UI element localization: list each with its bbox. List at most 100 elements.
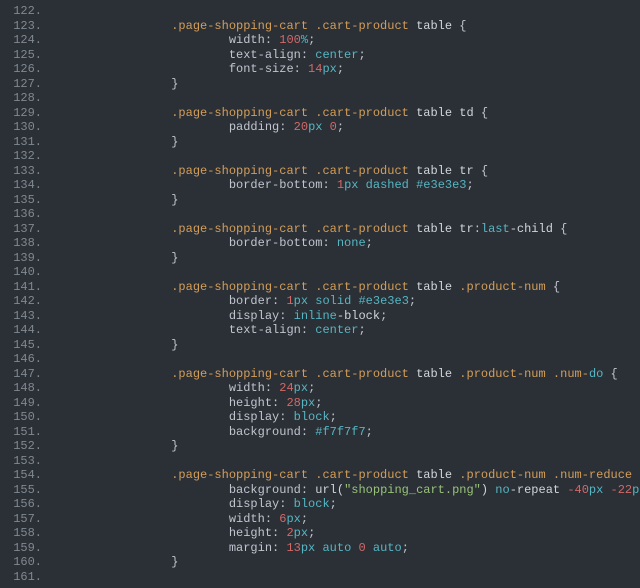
code-line[interactable]: } — [56, 77, 640, 92]
code-line[interactable]: display: block; — [56, 410, 640, 425]
token-class: .product-num — [459, 280, 553, 294]
token-unit: px — [286, 512, 300, 526]
token-punct: } — [171, 77, 178, 91]
code-line[interactable] — [56, 207, 640, 222]
token-punct: ; — [308, 526, 315, 540]
token-punct: : — [474, 222, 481, 236]
line-number: 123. — [0, 19, 42, 34]
code-editor[interactable]: 122.123.124.125.126.127.128.129.130.131.… — [0, 0, 640, 588]
token-punct: { — [459, 19, 466, 33]
line-number-gutter: 122.123.124.125.126.127.128.129.130.131.… — [0, 0, 50, 588]
line-number: 125. — [0, 48, 42, 63]
line-number: 149. — [0, 396, 42, 411]
code-line[interactable]: .page-shopping-cart .cart-product table … — [56, 468, 640, 483]
code-line[interactable] — [56, 265, 640, 280]
token-punct: } — [171, 555, 178, 569]
token-val: solid — [315, 294, 358, 308]
token-hex: #e3e3e3 — [416, 178, 466, 192]
token-hex: #e3e3e3 — [358, 294, 408, 308]
token-prop: background — [229, 483, 301, 497]
token-prop: display — [229, 410, 279, 424]
token-punct: : — [301, 483, 315, 497]
token-class: .page-shopping-cart — [171, 468, 315, 482]
code-line[interactable]: width: 24px; — [56, 381, 640, 396]
code-line[interactable]: border: 1px solid #e3e3e3; — [56, 294, 640, 309]
code-line[interactable]: padding: 20px 0; — [56, 120, 640, 135]
code-line[interactable]: } — [56, 135, 640, 150]
code-line[interactable] — [56, 454, 640, 469]
code-line[interactable]: } — [56, 555, 640, 570]
code-line[interactable] — [56, 149, 640, 164]
token-num: -22 — [611, 483, 633, 497]
code-line[interactable]: text-align: center; — [56, 323, 640, 338]
line-number: 129. — [0, 106, 42, 121]
token-punct: : — [272, 294, 286, 308]
line-number: 122. — [0, 4, 42, 19]
token-unit: px — [301, 396, 315, 410]
code-line[interactable]: border-bottom: none; — [56, 236, 640, 251]
code-line[interactable]: display: inline-block; — [56, 309, 640, 324]
line-number: 135. — [0, 193, 42, 208]
code-line[interactable]: height: 2px; — [56, 526, 640, 541]
token-unit: px — [344, 178, 366, 192]
code-line[interactable]: .page-shopping-cart .cart-product table … — [56, 222, 640, 237]
line-number: 148. — [0, 381, 42, 396]
token-prop: display — [229, 309, 279, 323]
code-line[interactable] — [56, 4, 640, 19]
token-class: .num-reduce — [553, 468, 639, 482]
token-class: .page-shopping-cart — [171, 280, 315, 294]
line-number: 158. — [0, 526, 42, 541]
token-class: .page-shopping-cart — [171, 164, 315, 178]
code-line[interactable] — [56, 91, 640, 106]
token-punct: } — [171, 251, 178, 265]
token-punct: ; — [409, 294, 416, 308]
code-line[interactable]: display: block; — [56, 497, 640, 512]
code-line[interactable]: width: 6px; — [56, 512, 640, 527]
code-line[interactable]: .page-shopping-cart .cart-product table … — [56, 19, 640, 34]
token-prop: height — [229, 396, 272, 410]
token-unit: % — [301, 33, 308, 47]
token-val: block — [294, 497, 330, 511]
code-line[interactable]: background: url("shopping_cart.png") no-… — [56, 483, 640, 498]
code-line[interactable]: .page-shopping-cart .cart-product table … — [56, 164, 640, 179]
code-line[interactable]: width: 100%; — [56, 33, 640, 48]
line-number: 140. — [0, 265, 42, 280]
token-punct: : — [301, 323, 315, 337]
code-line[interactable]: } — [56, 251, 640, 266]
code-line[interactable]: font-size: 14px; — [56, 62, 640, 77]
line-number: 137. — [0, 222, 42, 237]
token-prop: border-bottom — [229, 178, 323, 192]
code-line[interactable]: background: #f7f7f7; — [56, 425, 640, 440]
token-punct: ; — [358, 323, 365, 337]
code-line[interactable]: .page-shopping-cart .cart-product table … — [56, 367, 640, 382]
line-number: 151. — [0, 425, 42, 440]
code-line[interactable]: border-bottom: 1px dashed #e3e3e3; — [56, 178, 640, 193]
code-area[interactable]: .page-shopping-cart .cart-product table … — [50, 0, 640, 588]
token-prop: text-align — [229, 48, 301, 62]
code-line[interactable] — [56, 570, 640, 585]
code-line[interactable] — [56, 352, 640, 367]
code-line[interactable]: } — [56, 439, 640, 454]
code-line[interactable]: } — [56, 338, 640, 353]
token-class: .product-num — [459, 367, 553, 381]
token-prop: width — [229, 33, 265, 47]
token-punct: ; — [337, 62, 344, 76]
token-punct: : — [279, 120, 293, 134]
code-line[interactable]: .page-shopping-cart .cart-product table … — [56, 106, 640, 121]
code-line[interactable]: margin: 13px auto 0 auto; — [56, 541, 640, 556]
token-unit: px — [308, 120, 330, 134]
token-unit: px — [632, 483, 640, 497]
code-line[interactable]: } — [56, 193, 640, 208]
token-punct: } — [171, 135, 178, 149]
code-line[interactable]: .page-shopping-cart .cart-product table … — [56, 280, 640, 295]
token-num: 20 — [294, 120, 308, 134]
token-sel: table — [416, 367, 459, 381]
code-content[interactable]: .page-shopping-cart .cart-product table … — [56, 4, 640, 584]
line-number: 142. — [0, 294, 42, 309]
token-val: inline — [294, 309, 337, 323]
code-line[interactable]: height: 28px; — [56, 396, 640, 411]
code-line[interactable]: text-align: center; — [56, 48, 640, 63]
token-hex: #f7f7f7 — [315, 425, 365, 439]
line-number: 144. — [0, 323, 42, 338]
token-punct: ; — [330, 497, 337, 511]
